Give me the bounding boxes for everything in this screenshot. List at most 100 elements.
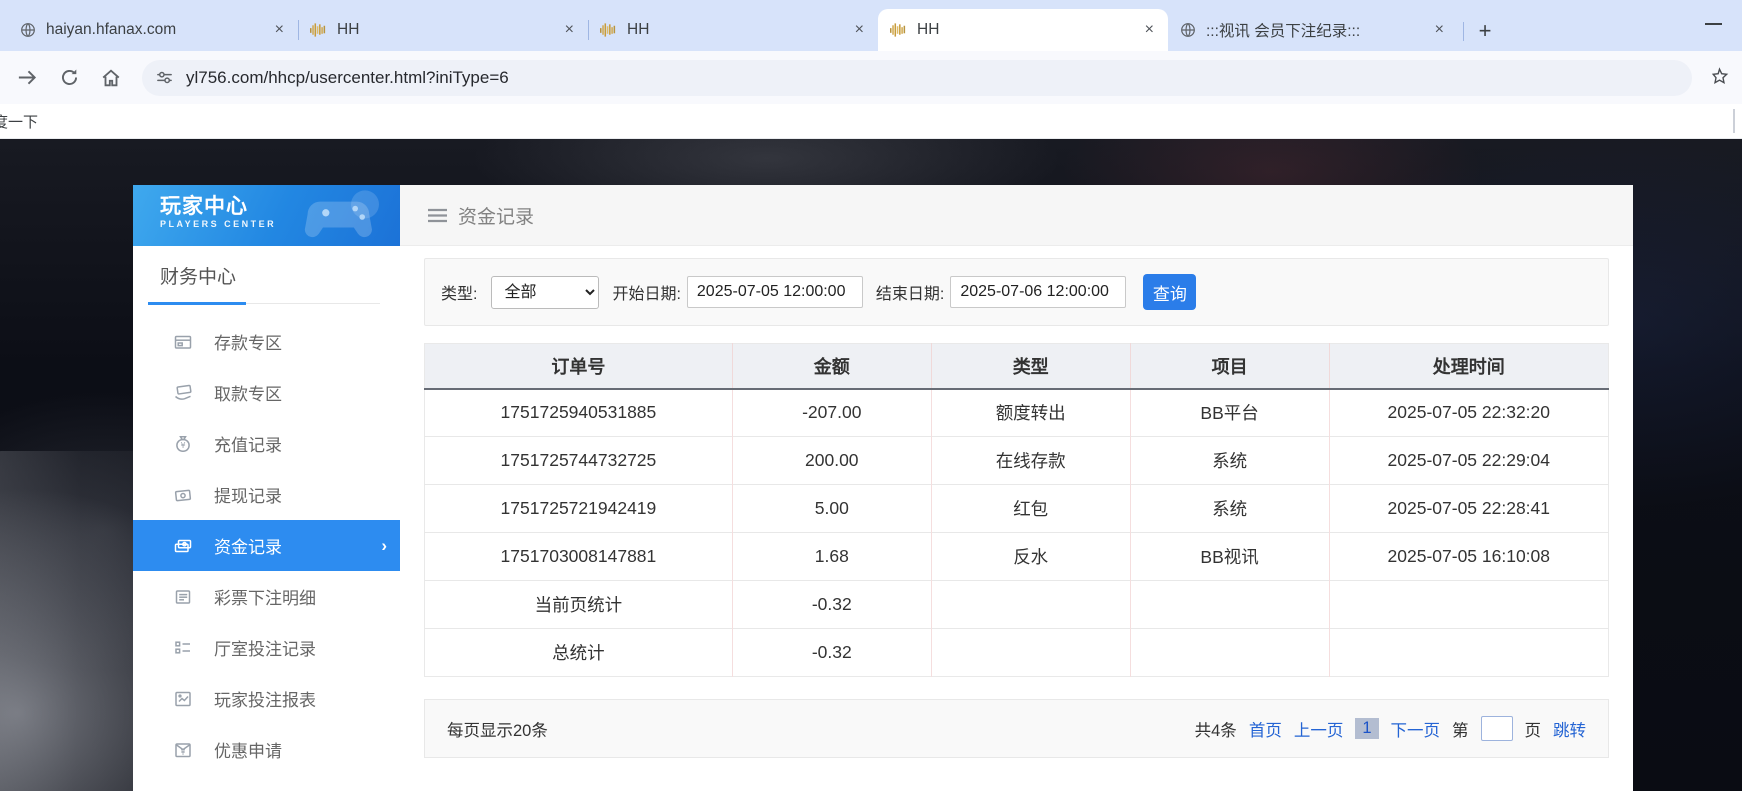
bookmarks-bar: 度一下 bbox=[0, 104, 1742, 139]
sidebar-item-lottery-detail[interactable]: 彩票下注明细 bbox=[133, 571, 400, 622]
table-header-cell: 类型 bbox=[931, 344, 1130, 389]
sidebar-menu: 存款专区取款专区¥充值记录提现记录资金记录› 彩票下注明细厅室投注记录玩家投注报表… bbox=[133, 305, 400, 791]
table-row: 1751725940531885-207.00额度转出BB平台2025-07-0… bbox=[425, 389, 1609, 437]
filter-bar: 类型: 全部 开始日期: 结束日期: 查询 bbox=[424, 258, 1609, 326]
sidebar-item-player-report[interactable]: 玩家投注报表 bbox=[133, 673, 400, 724]
table-cell: -0.32 bbox=[732, 629, 931, 677]
sidebar-header: 玩家中心 PLAYERS CENTER bbox=[133, 185, 400, 246]
sidebar-item-promo-record[interactable]: 优惠申请记录 bbox=[133, 775, 400, 791]
tab-close-icon[interactable]: × bbox=[1433, 21, 1446, 39]
jump-link[interactable]: 跳转 bbox=[1553, 717, 1586, 741]
main-panel: 资金记录 类型: 全部 开始日期: 结束日期: 查询 订单号金额类型项目处理时间… bbox=[400, 185, 1633, 791]
table-cell bbox=[931, 629, 1130, 677]
table-row: 17517030081478811.68反水BB视讯2025-07-05 16:… bbox=[425, 533, 1609, 581]
type-select[interactable]: 全部 bbox=[491, 276, 599, 309]
table-cell: 额度转出 bbox=[931, 389, 1130, 437]
table-header-cell: 订单号 bbox=[425, 344, 733, 389]
hamburger-icon bbox=[428, 208, 447, 223]
tune-icon[interactable] bbox=[156, 69, 173, 86]
jump-page-input[interactable] bbox=[1481, 716, 1513, 741]
sidebar-item-deposit-zone[interactable]: 存款专区 bbox=[133, 316, 400, 367]
browser-tab-hh3[interactable]: HH × bbox=[878, 9, 1168, 51]
table-cell bbox=[1130, 581, 1329, 629]
scrollbar[interactable] bbox=[1733, 109, 1735, 133]
table-cell: 系统 bbox=[1130, 437, 1329, 485]
tab-title: HH bbox=[917, 21, 1133, 39]
withdraw-record-icon bbox=[173, 485, 193, 505]
deposit-icon bbox=[173, 332, 193, 352]
table-cell: 1751725940531885 bbox=[425, 389, 733, 437]
sidebar-item-recharge-record[interactable]: ¥充值记录 bbox=[133, 418, 400, 469]
bookmark-star-button[interactable] bbox=[1709, 66, 1730, 92]
search-button[interactable]: 查询 bbox=[1143, 274, 1196, 310]
tab-close-icon[interactable]: × bbox=[273, 21, 286, 39]
table-cell: 反水 bbox=[931, 533, 1130, 581]
table-cell: -0.32 bbox=[732, 581, 931, 629]
total-count-text: 共4条 bbox=[1195, 717, 1237, 741]
end-date-label: 结束日期: bbox=[876, 280, 944, 304]
bookmark-item[interactable]: 度一下 bbox=[0, 111, 38, 132]
reload-button[interactable] bbox=[48, 57, 90, 99]
table-header-cell: 处理时间 bbox=[1329, 344, 1608, 389]
sidebar-item-hall-bet-record[interactable]: 厅室投注记录 bbox=[133, 622, 400, 673]
browser-tab-hh1[interactable]: HH × bbox=[298, 9, 588, 51]
tab-title: HH bbox=[627, 21, 843, 39]
withdraw-zone-icon bbox=[173, 383, 193, 403]
table-cell: 1751725744732725 bbox=[425, 437, 733, 485]
window-minimize-button[interactable] bbox=[1705, 23, 1722, 25]
table-cell: 200.00 bbox=[732, 437, 931, 485]
end-date-input[interactable] bbox=[950, 276, 1126, 308]
table-cell bbox=[1329, 581, 1608, 629]
first-page-link[interactable]: 首页 bbox=[1249, 717, 1282, 741]
browser-tab-shixun[interactable]: :::视讯 会员下注纪录:::× bbox=[1168, 9, 1458, 51]
tab-close-icon[interactable]: × bbox=[853, 21, 866, 39]
table-cell: 2025-07-05 22:28:41 bbox=[1329, 485, 1608, 533]
forward-button[interactable] bbox=[6, 57, 48, 99]
home-button[interactable] bbox=[90, 57, 132, 99]
sidebar-item-label: 资金记录 bbox=[214, 533, 282, 558]
start-date-input[interactable] bbox=[687, 276, 863, 308]
table-header-row: 订单号金额类型项目处理时间 bbox=[425, 344, 1609, 389]
table-cell: 5.00 bbox=[732, 485, 931, 533]
table-cell: 1751725721942419 bbox=[425, 485, 733, 533]
tab-close-icon[interactable]: × bbox=[563, 21, 576, 39]
tab-strip: haiyan.hfanax.com × HH × HH × HH ×:::视讯 会员下注纪录:… bbox=[0, 0, 1742, 51]
sidebar-item-withdraw-zone[interactable]: 取款专区 bbox=[133, 367, 400, 418]
forward-arrow-icon bbox=[16, 66, 39, 89]
browser-tab-haiyan[interactable]: haiyan.hfanax.com × bbox=[8, 9, 298, 51]
sidebar-item-promo-apply[interactable]: ¥优惠申请 bbox=[133, 724, 400, 775]
browser-toolbar: yl756.com/hhcp/usercenter.html?iniType=6 bbox=[0, 51, 1742, 104]
prev-page-link[interactable]: 上一页 bbox=[1294, 717, 1344, 741]
sidebar-item-label: 彩票下注明细 bbox=[214, 584, 316, 609]
table-header-cell: 金额 bbox=[732, 344, 931, 389]
home-icon bbox=[100, 67, 122, 89]
gamepad-icon bbox=[298, 189, 390, 245]
browser-tab-hh2[interactable]: HH × bbox=[588, 9, 878, 51]
table-row: 1751725744732725200.00在线存款系统2025-07-05 2… bbox=[425, 437, 1609, 485]
next-page-link[interactable]: 下一页 bbox=[1391, 717, 1441, 741]
table-cell: 红包 bbox=[931, 485, 1130, 533]
tab-title: HH bbox=[337, 21, 553, 39]
browser-tab-bar: haiyan.hfanax.com × HH × HH × HH ×:::视讯 会员下注纪录:… bbox=[0, 0, 1742, 51]
table-cell: BB视讯 bbox=[1130, 533, 1329, 581]
new-tab-button[interactable]: + bbox=[1470, 16, 1500, 46]
table-cell: BB平台 bbox=[1130, 389, 1329, 437]
sidebar-item-fund-record[interactable]: 资金记录› bbox=[133, 520, 400, 571]
current-page-indicator[interactable]: 1 bbox=[1355, 718, 1378, 739]
tab-close-icon[interactable]: × bbox=[1143, 21, 1156, 39]
star-icon bbox=[1709, 66, 1730, 87]
table-cell: 2025-07-05 16:10:08 bbox=[1329, 533, 1608, 581]
sidebar-item-label: 玩家投注报表 bbox=[214, 686, 316, 711]
sidebar-item-withdraw-record[interactable]: 提现记录 bbox=[133, 469, 400, 520]
globe-icon bbox=[20, 22, 36, 38]
sidebar-item-label: 厅室投注记录 bbox=[214, 635, 316, 660]
table-header-cell: 项目 bbox=[1130, 344, 1329, 389]
pagination-controls: 共4条 首页 上一页 1 下一页 第 页 跳转 bbox=[1195, 716, 1586, 741]
globe-icon bbox=[1180, 22, 1196, 38]
address-bar[interactable]: yl756.com/hhcp/usercenter.html?iniType=6 bbox=[142, 60, 1692, 96]
tab-title: haiyan.hfanax.com bbox=[46, 21, 263, 39]
sidebar: 玩家中心 PLAYERS CENTER 财务中心 存款专区取款专区¥充值记录提现… bbox=[133, 185, 400, 791]
table-cell: 系统 bbox=[1130, 485, 1329, 533]
hall-bet-icon bbox=[173, 638, 193, 658]
svg-text:¥: ¥ bbox=[180, 441, 185, 450]
